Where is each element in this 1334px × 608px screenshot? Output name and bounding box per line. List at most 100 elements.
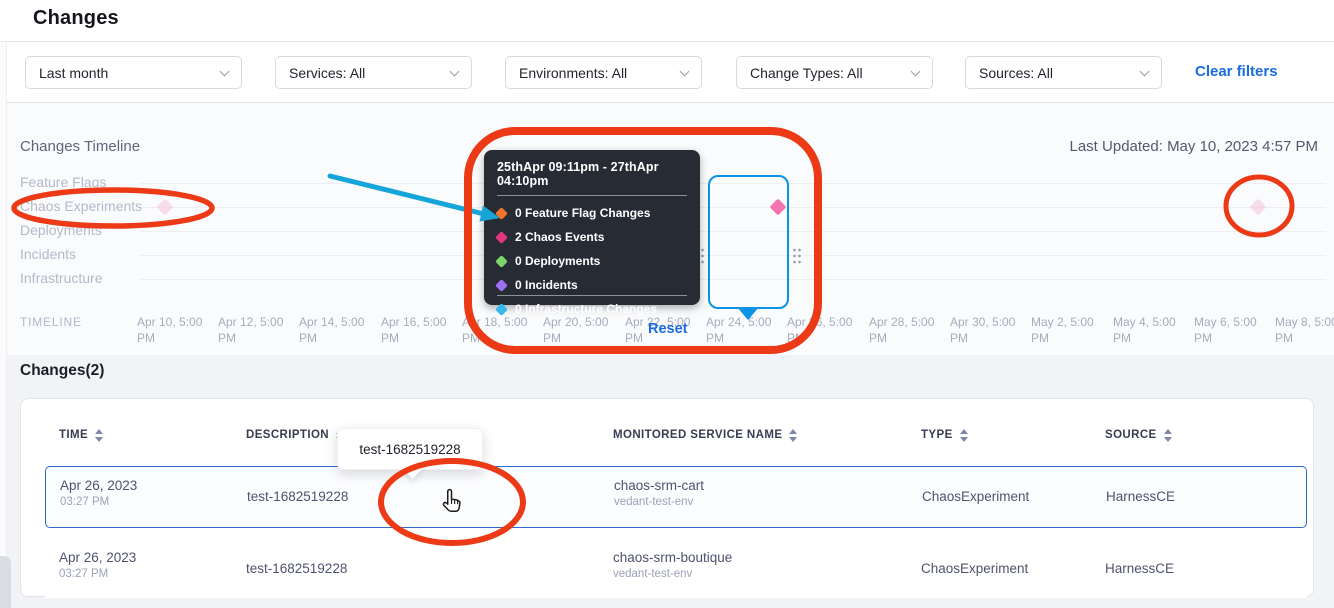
timeline-row-label-incidents: Incidents [20, 246, 76, 262]
brush-right-handle-icon[interactable] [792, 247, 802, 265]
axis-tick: Apr 10, 5:00 PM [137, 314, 205, 346]
axis-tick: Apr 26, 5:00 PM [787, 314, 855, 346]
timeline-axis-label: TIMELINE [20, 315, 82, 329]
sort-icon[interactable] [789, 429, 797, 442]
description-tooltip-text: test-1682519228 [359, 442, 460, 457]
description-tooltip: test-1682519228 [337, 428, 483, 470]
column-label: TIME [59, 429, 88, 441]
sort-icon[interactable] [960, 429, 968, 442]
clear-filters-button[interactable]: Clear filters [1195, 63, 1278, 80]
environment-name: vedant-test-env [614, 496, 704, 508]
row-date: Apr 26, 2023 [59, 550, 136, 565]
service-name: chaos-srm-boutique [613, 550, 732, 565]
axis-tick: Apr 28, 5:00 PM [869, 314, 937, 346]
service-name: chaos-srm-cart [614, 478, 704, 493]
row-date: Apr 26, 2023 [60, 478, 137, 493]
timeline-tooltip-title: 25thApr 09:11pm - 27thApr 04:10pm [497, 160, 687, 188]
axis-tick: Apr 12, 5:00 PM [218, 314, 286, 346]
column-header-description[interactable]: DESCRIPTION [246, 429, 344, 442]
changes-table-section: Changes(2) TIME DESCRIPTION MONITORED SE… [0, 355, 1334, 608]
monitored-service-cell: chaos-srm-boutique vedant-test-env [613, 550, 732, 580]
column-label: DESCRIPTION [246, 429, 329, 441]
services-value: Services: All [289, 65, 365, 81]
legend-item-feature-flags: 0 Feature Flag Changes [497, 206, 687, 220]
timeline-row-label-chaos-experiments: Chaos Experiments [20, 198, 142, 214]
chaos-event-marker-faded[interactable] [1250, 199, 1267, 216]
source-cell: HarnessCE [1106, 489, 1175, 504]
services-dropdown[interactable]: Services: All [275, 56, 472, 89]
axis-tick: May 8, 5:00 PM [1275, 314, 1334, 346]
column-header-type[interactable]: TYPE [921, 429, 968, 442]
chaos-event-diamond-icon [495, 231, 508, 244]
axis-tick: May 6, 5:00 PM [1194, 314, 1262, 346]
environments-dropdown[interactable]: Environments: All [505, 56, 702, 89]
chaos-event-marker-faded[interactable] [157, 199, 174, 216]
type-cell: ChaosExperiment [922, 489, 1029, 504]
sources-dropdown[interactable]: Sources: All [965, 56, 1162, 89]
timeline-row-label-infrastructure: Infrastructure [20, 270, 102, 286]
sort-icon[interactable] [1164, 429, 1172, 442]
environments-value: Environments: All [519, 65, 627, 81]
column-header-time[interactable]: TIME [59, 429, 103, 442]
reset-button[interactable]: Reset [648, 321, 688, 337]
axis-tick: May 4, 5:00 PM [1113, 314, 1181, 346]
chevron-down-icon [450, 66, 460, 76]
timeline-section-title: Changes Timeline [20, 138, 140, 155]
changes-count-title: Changes(2) [20, 362, 104, 380]
description-cell: test-1682519228 [247, 489, 348, 504]
changes-table-card: TIME DESCRIPTION MONITORED SERVICE NAME … [20, 398, 1314, 597]
monitored-service-cell: chaos-srm-cart vedant-test-env [614, 478, 704, 508]
left-edge-divider [0, 42, 7, 608]
axis-tick: Apr 14, 5:00 PM [299, 314, 367, 346]
axis-tick: Apr 20, 5:00 PM [543, 314, 611, 346]
infrastructure-diamond-icon [495, 303, 508, 316]
chevron-down-icon [1140, 66, 1150, 76]
page-title: Changes [33, 7, 119, 30]
column-header-source[interactable]: SOURCE [1105, 429, 1172, 442]
legend-item-incidents: 0 Incidents [497, 278, 687, 292]
changes-timeline-section: Changes Timeline Last Updated: May 10, 2… [0, 103, 1334, 355]
sort-icon[interactable] [95, 429, 103, 442]
row-time: 03:27 PM [59, 568, 136, 580]
time-cell: Apr 26, 2023 03:27 PM [60, 478, 137, 508]
sources-value: Sources: All [979, 65, 1053, 81]
chevron-down-icon [220, 66, 230, 76]
type-cell: ChaosExperiment [921, 561, 1028, 576]
legend-label: 2 Chaos Events [515, 230, 604, 244]
chevron-down-icon [680, 66, 690, 76]
left-edge-panel [0, 556, 11, 608]
axis-tick: May 2, 5:00 PM [1031, 314, 1099, 346]
page-header: Changes [0, 0, 1334, 42]
legend-item-chaos-events: 2 Chaos Events [497, 230, 687, 244]
timeline-tooltip: 25thApr 09:11pm - 27thApr 04:10pm 0 Feat… [484, 150, 700, 305]
column-label: MONITORED SERVICE NAME [613, 429, 782, 441]
axis-tick: Apr 16, 5:00 PM [381, 314, 449, 346]
legend-label: 0 Incidents [515, 278, 578, 292]
column-label: SOURCE [1105, 429, 1157, 441]
description-cell: test-1682519228 [246, 561, 347, 576]
legend-item-infrastructure: 0 Infrastructure Changes [497, 302, 687, 316]
feature-flag-diamond-icon [495, 207, 508, 220]
timeline-row-label-feature-flags: Feature Flags [20, 174, 106, 190]
timeline-brush-window[interactable] [708, 175, 789, 309]
time-range-dropdown[interactable]: Last month [25, 56, 242, 89]
table-row[interactable]: Apr 26, 2023 03:27 PM test-1682519228 ch… [45, 539, 1307, 598]
last-updated-text: Last Updated: May 10, 2023 4:57 PM [1070, 138, 1319, 155]
legend-label: 0 Infrastructure Changes [515, 302, 657, 316]
deployment-diamond-icon [495, 255, 508, 268]
column-label: TYPE [921, 429, 953, 441]
incident-diamond-icon [495, 279, 508, 292]
time-cell: Apr 26, 2023 03:27 PM [59, 550, 136, 580]
legend-label: 0 Deployments [515, 254, 600, 268]
axis-tick: Apr 30, 5:00 PM [950, 314, 1018, 346]
change-types-dropdown[interactable]: Change Types: All [736, 56, 933, 89]
brush-pointer-icon [737, 307, 759, 320]
source-cell: HarnessCE [1105, 561, 1174, 576]
legend-item-deployments: 0 Deployments [497, 254, 687, 268]
table-row[interactable]: Apr 26, 2023 03:27 PM test-1682519228 ch… [45, 466, 1307, 528]
axis-tick: Apr 18, 5:00 PM [462, 314, 530, 346]
column-header-monitored-service[interactable]: MONITORED SERVICE NAME [613, 429, 797, 442]
legend-label: 0 Feature Flag Changes [515, 206, 650, 220]
hand-cursor-icon [438, 486, 468, 521]
row-time: 03:27 PM [60, 496, 137, 508]
